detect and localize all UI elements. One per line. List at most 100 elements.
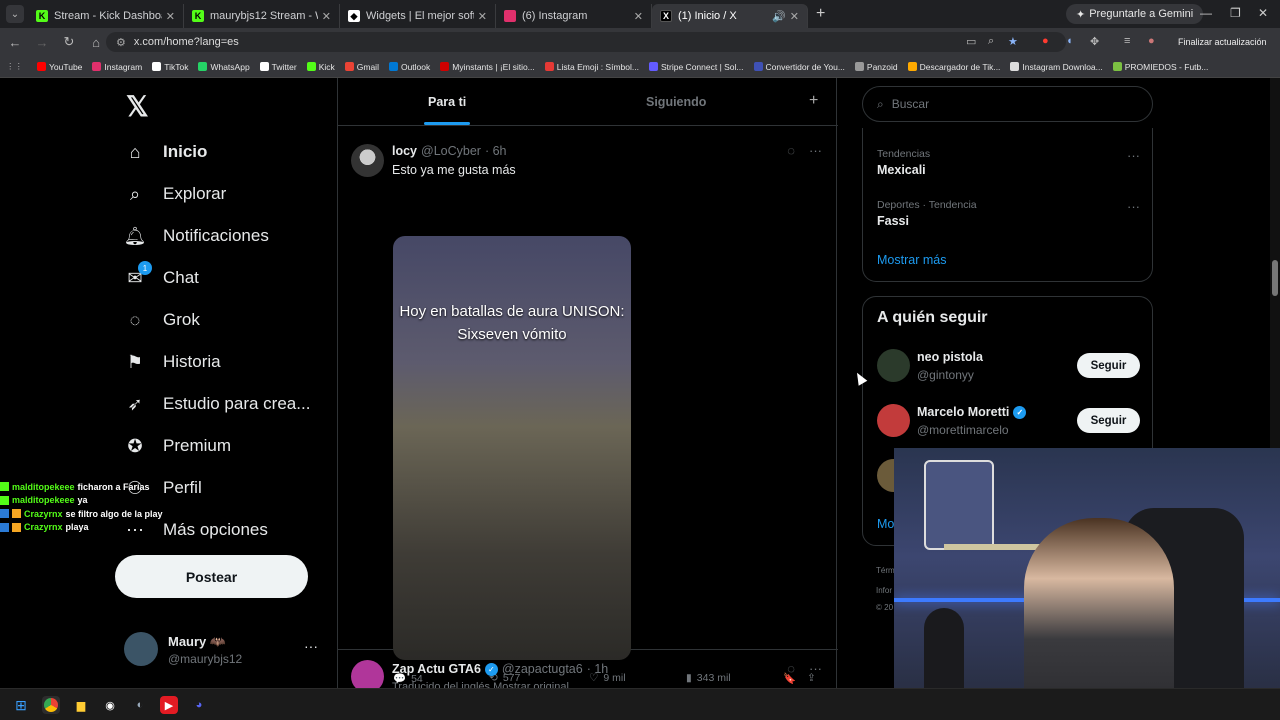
account-switcher[interactable]: Maury 🦇 @maurybjs12 ··· bbox=[124, 630, 324, 670]
ask-gemini-button[interactable]: ✦ Preguntarle a Gemini bbox=[1066, 4, 1204, 24]
obs-icon[interactable]: ◉ bbox=[101, 696, 119, 714]
suggestion-name[interactable]: neo pistola bbox=[917, 350, 983, 364]
more-icon[interactable]: ··· bbox=[809, 143, 822, 158]
trend-item[interactable]: Deportes · Tendencia Fassi bbox=[877, 199, 977, 228]
bookmark-item[interactable]: Myinstants | ¡El sitio... bbox=[440, 62, 535, 72]
author-name[interactable]: Zap Actu GTA6 bbox=[392, 662, 481, 676]
address-bar[interactable]: ⚙ x.com/home?lang=es bbox=[106, 32, 1066, 52]
footer-link[interactable]: Infor bbox=[876, 586, 892, 595]
tweet[interactable]: Zap Actu GTA6 ✓ @zapactugta6 · 1h ◌ ··· … bbox=[338, 650, 838, 693]
follow-button[interactable]: Seguir bbox=[1077, 408, 1140, 433]
install-icon[interactable]: ▭ bbox=[966, 35, 976, 48]
suggestion-name[interactable]: Marcelo Moretti ✓ bbox=[917, 405, 1027, 419]
tab-x-inicio[interactable]: X (1) Inicio / X 🔊 ✕ bbox=[652, 4, 808, 28]
tab-instagram[interactable]: (6) Instagram ✕ bbox=[496, 4, 652, 28]
zoom-icon[interactable]: ⌕ bbox=[988, 35, 994, 48]
sidebar-item-notificaciones[interactable]: 🔔︎ Notificaciones bbox=[124, 222, 269, 250]
author-name[interactable]: locy bbox=[392, 144, 417, 158]
minimize-icon[interactable]: — bbox=[1200, 6, 1212, 20]
add-tab-icon[interactable]: + bbox=[809, 92, 818, 110]
x-logo-icon[interactable]: 𝕏 bbox=[126, 90, 149, 123]
post-button[interactable]: Postear bbox=[115, 555, 308, 598]
tweet-time[interactable]: · 1h bbox=[587, 662, 609, 676]
avatar[interactable] bbox=[351, 144, 384, 177]
avatar[interactable] bbox=[877, 404, 910, 437]
window-close-icon[interactable]: ✕ bbox=[1258, 6, 1268, 20]
tab-kick-dashboard[interactable]: K Stream - Kick Dashboard ✕ bbox=[28, 4, 184, 28]
more-icon[interactable]: ··· bbox=[304, 638, 318, 654]
reading-list-icon[interactable]: ≡ bbox=[1124, 35, 1130, 47]
grok-icon[interactable]: ◌ bbox=[787, 143, 795, 158]
suggestion-handle[interactable]: @gintonyy bbox=[917, 368, 974, 382]
tab-para-ti[interactable]: Para ti bbox=[428, 95, 466, 109]
follow-button[interactable]: Seguir bbox=[1077, 353, 1140, 378]
speaker-icon[interactable]: 🔊 bbox=[772, 10, 786, 23]
show-more-link[interactable]: Mostrar más bbox=[877, 253, 946, 267]
bookmark-item[interactable]: Kick bbox=[306, 62, 335, 72]
follow-suggestion[interactable]: Marcelo Moretti ✓ @morettimarcelo Seguir bbox=[877, 404, 1147, 444]
tweet-video[interactable]: Hoy en batallas de aura UNISON: Sixseven… bbox=[393, 236, 631, 660]
file-explorer-icon[interactable]: ▆ bbox=[72, 696, 90, 714]
close-icon[interactable]: ✕ bbox=[478, 10, 487, 23]
more-icon[interactable]: ··· bbox=[809, 661, 822, 676]
bookmark-item[interactable]: TikTok bbox=[152, 62, 188, 72]
search-input[interactable]: ⌕ Buscar bbox=[862, 86, 1153, 122]
bookmark-item[interactable]: Instagram Downloa... bbox=[1010, 62, 1103, 72]
bookmark-item[interactable]: Lista Emoji : Símbol... bbox=[544, 62, 639, 72]
maximize-icon[interactable]: ❐ bbox=[1230, 6, 1241, 20]
extension-icon[interactable]: ◖ bbox=[1066, 35, 1073, 47]
steam-icon[interactable]: ◐ bbox=[131, 696, 149, 714]
sidebar-item-chat[interactable]: ✉ 1 Chat bbox=[124, 261, 199, 292]
chrome-icon[interactable] bbox=[42, 696, 60, 714]
bookmark-item[interactable]: Gmail bbox=[344, 62, 379, 72]
tweet-time[interactable]: · 6h bbox=[485, 144, 507, 158]
bookmark-item[interactable]: WhatsApp bbox=[198, 62, 250, 72]
bookmark-item[interactable]: Panzoid bbox=[854, 62, 898, 72]
site-info-icon[interactable]: ⚙ bbox=[116, 36, 126, 49]
close-icon[interactable]: ✕ bbox=[634, 10, 643, 23]
windows-start-icon[interactable]: ⊞ bbox=[12, 696, 30, 714]
scrollbar-thumb[interactable] bbox=[1272, 260, 1278, 296]
more-icon[interactable]: ··· bbox=[1127, 199, 1140, 214]
bookmark-item[interactable]: Convertidor de You... bbox=[753, 62, 845, 72]
tab-search-icon[interactable]: ⌄ bbox=[6, 5, 24, 23]
close-icon[interactable]: ✕ bbox=[166, 10, 175, 23]
bookmark-item[interactable]: Twitter bbox=[259, 62, 297, 72]
bookmark-item[interactable]: PROMIEDOS - Futb... bbox=[1112, 62, 1208, 72]
bookmark-item[interactable]: Instagram bbox=[92, 62, 142, 72]
tab-siguiendo[interactable]: Siguiendo bbox=[646, 95, 706, 109]
finish-update-button[interactable]: Finalizar actualización bbox=[1172, 33, 1273, 51]
footer-link[interactable]: Térm bbox=[876, 566, 895, 575]
avatar[interactable] bbox=[877, 349, 910, 382]
new-tab-button[interactable]: + bbox=[816, 5, 825, 23]
trend-item[interactable]: Tendencias Mexicali bbox=[877, 148, 930, 177]
more-icon[interactable]: ··· bbox=[1127, 148, 1140, 163]
sidebar-item-premium[interactable]: ✪ Premium bbox=[124, 432, 231, 460]
discord-icon[interactable]: ◕ bbox=[190, 696, 208, 714]
sidebar-item-grok[interactable]: ◌ Grok bbox=[124, 306, 200, 334]
close-icon[interactable]: ✕ bbox=[322, 10, 331, 23]
author-handle[interactable]: @LoCyber bbox=[421, 144, 481, 158]
back-icon[interactable]: ← bbox=[3, 35, 27, 50]
author-handle[interactable]: @zapactugta6 bbox=[502, 662, 583, 676]
extension-icon[interactable]: ● bbox=[1042, 35, 1049, 47]
bookmark-star-icon[interactable]: ★ bbox=[1008, 35, 1018, 48]
apps-icon[interactable]: ⋮⋮ bbox=[6, 61, 23, 72]
video-app-icon[interactable]: ▶ bbox=[160, 696, 178, 714]
sidebar-item-estudio-para-crea[interactable]: ➶ Estudio para crea... bbox=[124, 390, 310, 418]
sidebar-item-historia[interactable]: ⚑ Historia bbox=[124, 348, 221, 376]
sidebar-item-explorar[interactable]: ⌕ Explorar bbox=[124, 180, 226, 208]
suggestion-handle[interactable]: @morettimarcelo bbox=[917, 423, 1009, 437]
bookmark-item[interactable]: Stripe Connect | Sol... bbox=[648, 62, 744, 72]
bookmark-item[interactable]: Outlook bbox=[388, 62, 430, 72]
forward-icon[interactable]: → bbox=[30, 35, 54, 50]
reload-icon[interactable]: ↻ bbox=[57, 34, 81, 50]
follow-suggestion[interactable]: neo pistola @gintonyy Seguir bbox=[877, 349, 1147, 389]
close-icon[interactable]: ✕ bbox=[790, 10, 799, 23]
bookmark-item[interactable]: YouTube bbox=[37, 62, 82, 72]
grok-icon[interactable]: ◌ bbox=[787, 661, 795, 676]
tab-kick-stream[interactable]: K maurybjs12 Stream - Watch Live ✕ bbox=[184, 4, 340, 28]
profile-avatar-icon[interactable]: ● bbox=[1148, 35, 1155, 47]
bookmark-item[interactable]: Descargador de Tik... bbox=[907, 62, 1000, 72]
show-more-link[interactable]: Mo bbox=[877, 517, 894, 531]
